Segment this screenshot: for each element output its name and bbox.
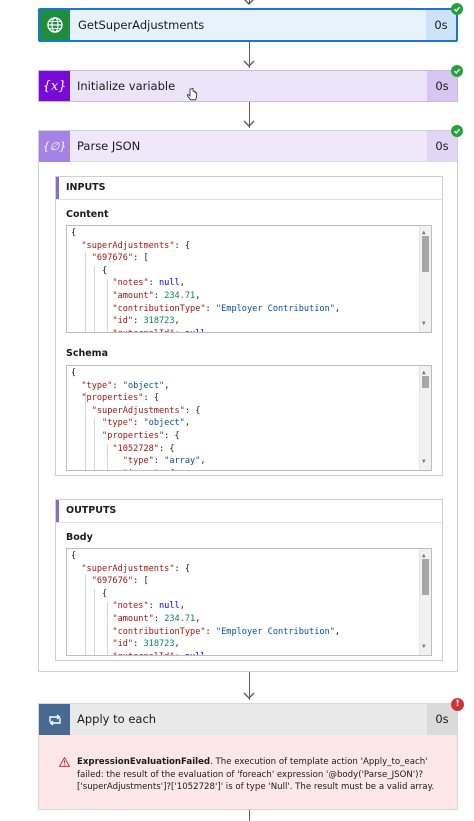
content-scrollbar[interactable]: ▲ ▼	[419, 226, 431, 332]
arrow-down-icon	[243, 692, 255, 699]
loop-icon	[39, 704, 70, 735]
error-title: ExpressionEvaluationFailed	[77, 757, 211, 767]
error-message: ExpressionEvaluationFailed. The executio…	[58, 756, 439, 794]
body-code-text: { "superAdjustments": { "697676": [ { "n…	[71, 550, 417, 655]
code-line: "697676": [	[91, 576, 149, 587]
code-line: "amount": 234.71,	[112, 613, 201, 624]
warning-icon	[58, 756, 71, 772]
connector-bottom	[249, 810, 250, 821]
body-code-box[interactable]: { "superAdjustments": { "697676": [ { "n…	[66, 548, 432, 656]
code-line: "notes": null,	[112, 278, 185, 289]
body-scrollbar[interactable]: ▲ ▼	[419, 549, 431, 655]
success-check-icon	[451, 3, 463, 15]
code-line: "superAdjustments": {	[91, 405, 201, 416]
code-line: "697676": [	[91, 253, 149, 264]
step-title: GetSuperAdjustments	[78, 18, 205, 32]
code-line: {	[71, 228, 77, 238]
content-label: Content	[66, 209, 109, 220]
success-check-icon	[451, 125, 463, 137]
code-line: "id": 318723,	[112, 316, 180, 327]
outputs-section: OUTPUTS Body { "superAdjustments": { "69…	[55, 499, 443, 661]
code-line: "superAdjustments": {	[81, 240, 191, 251]
code-line: {	[71, 265, 108, 276]
code-line: "notes": null,	[112, 601, 185, 612]
step-title: Initialize variable	[77, 79, 176, 93]
arrow-down-icon	[244, 0, 254, 5]
schema-code-box[interactable]: { "type": "object", "properties": { "sup…	[66, 365, 432, 471]
http-icon	[40, 10, 70, 40]
code-line: "type": "array",	[122, 456, 206, 467]
step-apply-to-each[interactable]: Apply to each 0s ExpressionEvaluationFai…	[38, 703, 458, 810]
content-code-text: { "superAdjustments": { "697676": [ { "n…	[71, 227, 417, 332]
step-duration: 0s	[426, 10, 456, 40]
code-line: "type": "object",	[102, 418, 191, 429]
code-line: "superAdjustments": {	[81, 563, 191, 574]
schema-label: Schema	[66, 348, 108, 359]
code-line: "contributionType": "Employer Contributi…	[112, 303, 341, 314]
step-initialize-variable[interactable]: {x} Initialize variable 0s	[38, 70, 458, 102]
inputs-header: INPUTS	[56, 177, 442, 200]
schema-scrollbar[interactable]: ▲ ▼	[419, 366, 431, 470]
code-line: "type": "object",	[81, 380, 170, 391]
body-label: Body	[66, 532, 93, 543]
success-check-icon	[451, 65, 463, 77]
code-line: {	[71, 588, 108, 599]
inputs-section: INPUTS Content { "superAdjustments": { "…	[55, 176, 443, 476]
code-line: {	[71, 551, 77, 561]
code-line: "externalId": null	[71, 651, 417, 655]
outputs-header: OUTPUTS	[56, 500, 442, 523]
schema-code-text: { "type": "object", "properties": { "sup…	[71, 367, 417, 470]
parse-json-header[interactable]: {∅} Parse JSON 0s	[39, 131, 457, 162]
error-badge-icon: !	[451, 698, 464, 711]
variable-icon: {x}	[39, 71, 70, 101]
step-title: Apply to each	[77, 712, 157, 726]
apply-to-each-header[interactable]: Apply to each 0s	[39, 704, 457, 735]
code-line: "contributionType": "Employer Contributi…	[112, 626, 341, 637]
code-line: "1052728": {	[112, 443, 175, 454]
code-line: "properties": {	[102, 430, 180, 441]
code-line: "externalId": null	[71, 328, 417, 332]
code-line: {	[71, 368, 77, 378]
step-title: Parse JSON	[77, 139, 141, 153]
code-line: "amount": 234.71,	[112, 290, 201, 301]
step-get-super-adjustments[interactable]: GetSuperAdjustments 0s	[38, 8, 458, 42]
code-line: "id": 318723,	[112, 639, 180, 650]
code-line: "properties": {	[81, 393, 159, 404]
arrow-down-icon	[243, 60, 255, 67]
code-line: "items": {	[71, 468, 417, 470]
content-code-box[interactable]: { "superAdjustments": { "697676": [ { "n…	[66, 225, 432, 333]
arrow-down-icon	[243, 120, 255, 127]
mouse-cursor-icon	[186, 88, 198, 101]
parse-json-icon: {∅}	[39, 131, 70, 162]
step-parse-json[interactable]: {∅} Parse JSON 0s INPUTS Content { "supe…	[38, 130, 458, 672]
